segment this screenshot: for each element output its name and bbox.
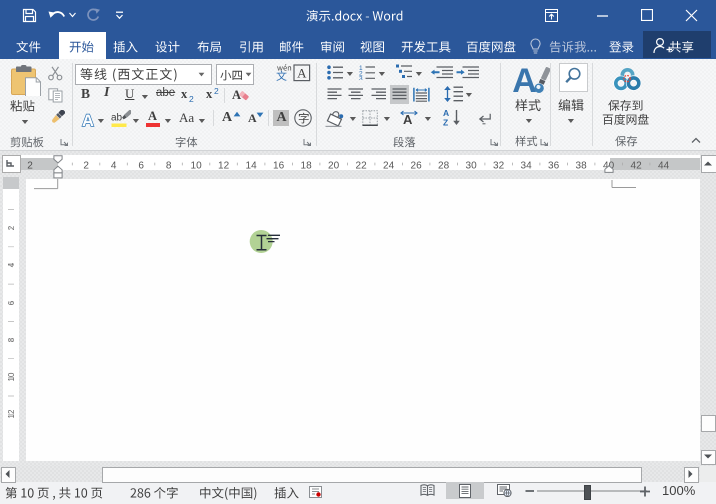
svg-text:2: 2 (83, 160, 89, 171)
svg-text:26: 26 (411, 160, 423, 171)
svg-text:32: 32 (493, 160, 505, 171)
svg-text:18: 18 (301, 160, 313, 171)
svg-text:A: A (443, 108, 449, 118)
svg-text:38: 38 (576, 160, 588, 171)
svg-text:20: 20 (328, 160, 340, 171)
svg-text:12: 12 (7, 409, 16, 418)
svg-text:30: 30 (466, 160, 478, 171)
svg-text:Z: Z (443, 118, 448, 128)
svg-text:10: 10 (191, 160, 203, 171)
svg-text:16: 16 (273, 160, 285, 171)
svg-text:10: 10 (7, 372, 16, 381)
svg-text:36: 36 (548, 160, 560, 171)
svg-text:44: 44 (658, 160, 670, 171)
svg-text:42: 42 (631, 160, 643, 171)
svg-text:12: 12 (218, 160, 230, 171)
svg-text:2: 2 (7, 225, 16, 230)
svg-text:24: 24 (383, 160, 395, 171)
svg-text:3: 3 (359, 76, 363, 81)
svg-text:14: 14 (246, 160, 258, 171)
svg-text:A: A (512, 62, 537, 100)
svg-text:ab: ab (111, 113, 123, 124)
svg-text:28: 28 (438, 160, 450, 171)
svg-text:8: 8 (166, 160, 172, 171)
svg-text:4: 4 (7, 262, 16, 267)
svg-text:A: A (82, 112, 94, 128)
svg-text:A: A (403, 112, 413, 127)
svg-text:22: 22 (356, 160, 368, 171)
svg-text:6: 6 (138, 160, 144, 171)
svg-text:4: 4 (111, 160, 117, 171)
svg-text:2: 2 (27, 160, 33, 171)
svg-text:34: 34 (521, 160, 533, 171)
svg-text:A: A (297, 66, 307, 81)
